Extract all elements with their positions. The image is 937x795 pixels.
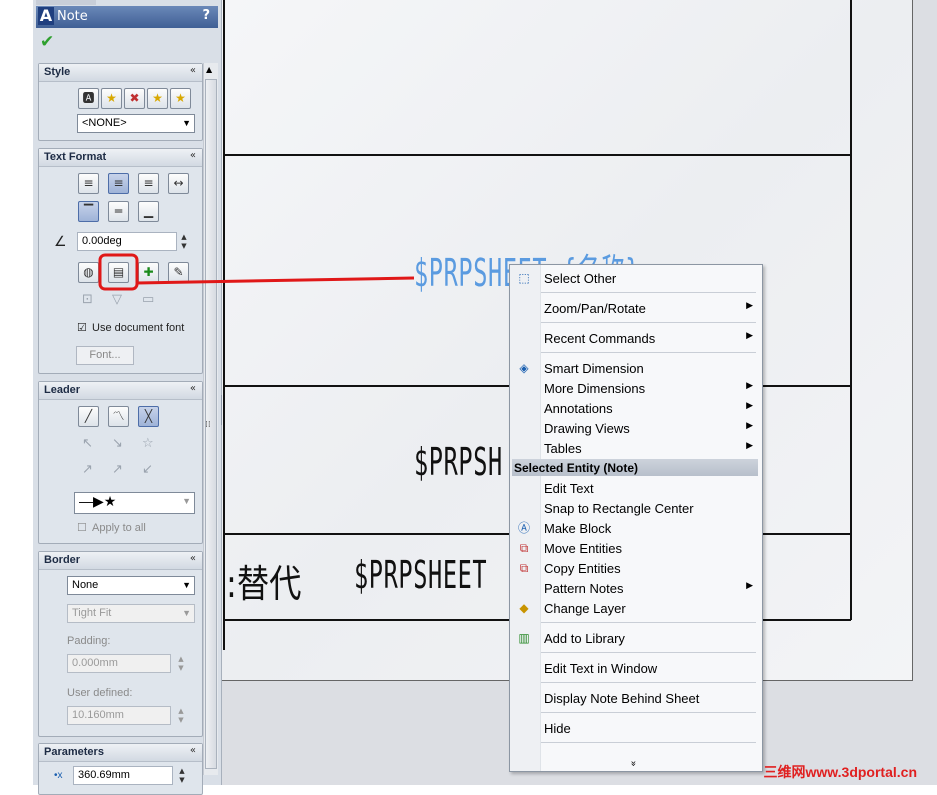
- context-menu: ⬚ Select Other Zoom/Pan/Rotate ▶ Recent Co…: [509, 264, 763, 772]
- menu-item-label: Snap to Rectangle Center: [544, 501, 694, 516]
- submenu-arrow-icon: ▶: [746, 400, 753, 410]
- menu-separator: [541, 712, 756, 713]
- menu-separator: [541, 292, 756, 293]
- menu-item-tables[interactable]: Tables ▶: [510, 438, 762, 458]
- menu-item-select-other[interactable]: ⬚ Select Other: [510, 268, 762, 288]
- menu-item-drawing-views[interactable]: Drawing Views ▶: [510, 418, 762, 438]
- menu-item-label: Zoom/Pan/Rotate: [544, 301, 646, 316]
- menu-item-label: Hide: [544, 721, 571, 736]
- menu-item-move-entities[interactable]: ⧉ Move Entities: [510, 538, 762, 558]
- menu-item-label: Make Block: [544, 521, 612, 536]
- menu-item-copy-entities[interactable]: ⧉ Copy Entities: [510, 558, 762, 578]
- menu-item-more-dimensions[interactable]: More Dimensions ▶: [510, 378, 762, 398]
- move-entities-icon: ⧉: [519, 541, 529, 555]
- red-highlight-annotation: [98, 253, 415, 291]
- change-layer-icon: ◆: [519, 601, 529, 615]
- highlight-connector-line: [136, 276, 415, 285]
- menu-item-label: Pattern Notes: [544, 581, 624, 596]
- menu-section-header: Selected Entity (Note): [512, 459, 758, 476]
- menu-item-label: Annotations: [544, 401, 613, 416]
- menu-item-label: Edit Text: [544, 481, 594, 496]
- menu-item-smart-dimension[interactable]: ◈ Smart Dimension: [510, 358, 762, 378]
- menu-item-label: More Dimensions: [544, 381, 646, 396]
- menu-item-add-to-library[interactable]: ▥ Add to Library: [510, 628, 762, 648]
- menu-item-label: Move Entities: [544, 541, 623, 556]
- menu-separator: [541, 622, 756, 623]
- submenu-arrow-icon: ▶: [746, 420, 753, 430]
- menu-item-edit-text[interactable]: Edit Text: [510, 478, 762, 498]
- menu-separator: [541, 652, 756, 653]
- menu-item-label: Display Note Behind Sheet: [544, 691, 700, 706]
- expand-menu-icon[interactable]: »: [628, 759, 639, 769]
- menu-item-label: Edit Text in Window: [544, 661, 658, 676]
- menu-item-make-block[interactable]: Ⓐ Make Block: [510, 518, 762, 538]
- menu-section-header-label: Selected Entity (Note): [514, 461, 639, 475]
- menu-item-recent-commands[interactable]: Recent Commands ▶: [510, 328, 762, 348]
- add-to-library-icon: ▥: [518, 631, 530, 645]
- menu-item-change-layer[interactable]: ◆ Change Layer: [510, 598, 762, 618]
- make-block-icon: Ⓐ: [517, 521, 530, 535]
- menu-separator: [541, 682, 756, 683]
- submenu-arrow-icon: ▶: [746, 440, 753, 450]
- menu-item-label: Change Layer: [544, 601, 626, 616]
- submenu-arrow-icon: ▶: [746, 380, 753, 390]
- menu-item-label: Add to Library: [544, 631, 625, 646]
- menu-separator: [541, 322, 756, 323]
- copy-entities-icon: ⧉: [519, 561, 529, 575]
- menu-item-hide[interactable]: Hide: [510, 718, 762, 738]
- menu-item-label: Drawing Views: [544, 421, 630, 436]
- menu-item-zoom-pan-rotate[interactable]: Zoom/Pan/Rotate ▶: [510, 298, 762, 318]
- watermark: 三维网www.3dportal.cn: [763, 764, 918, 780]
- menu-item-display-note-behind-sheet[interactable]: Display Note Behind Sheet: [510, 688, 762, 708]
- menu-separator: [541, 352, 756, 353]
- menu-item-label: Tables: [544, 441, 582, 456]
- menu-item-annotations[interactable]: Annotations ▶: [510, 398, 762, 418]
- menu-separator: [541, 742, 756, 743]
- submenu-arrow-icon: ▶: [746, 580, 753, 590]
- menu-item-label: Smart Dimension: [544, 361, 644, 376]
- submenu-arrow-icon: ▶: [746, 330, 753, 340]
- menu-item-label: Copy Entities: [544, 561, 621, 576]
- menu-item-pattern-notes[interactable]: Pattern Notes ▶: [510, 578, 762, 598]
- select-other-icon: ⬚: [518, 271, 530, 285]
- menu-item-snap-to-rectangle-center[interactable]: Snap to Rectangle Center: [510, 498, 762, 518]
- submenu-arrow-icon: ▶: [746, 300, 753, 310]
- menu-item-label: Recent Commands: [544, 331, 656, 346]
- menu-item-label: Select Other: [544, 271, 617, 286]
- menu-item-edit-text-in-window[interactable]: Edit Text in Window: [510, 658, 762, 678]
- smart-dimension-icon: ◈: [519, 361, 529, 375]
- highlight-box: [98, 253, 139, 291]
